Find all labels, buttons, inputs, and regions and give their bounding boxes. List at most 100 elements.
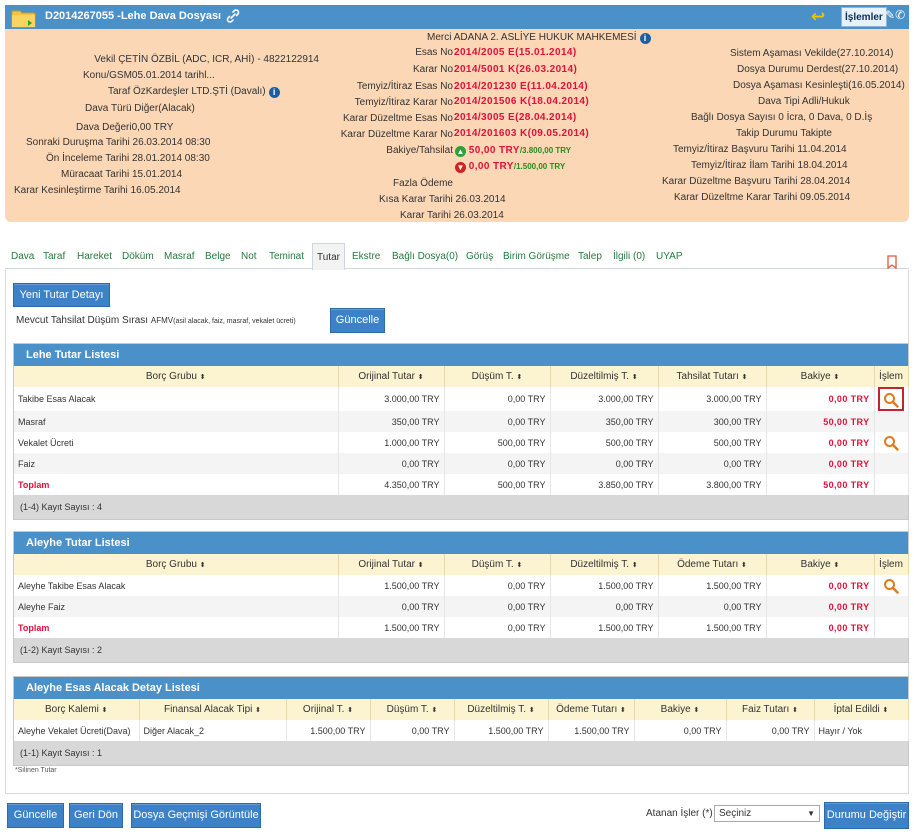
guncelle-siralama-button[interactable]: Güncelle [330, 308, 385, 333]
atanan-isler-select[interactable]: Seçiniz ▼ [714, 805, 820, 822]
info-kd-karar-tarihi: Karar Düzeltme Karar Tarihi 09.05.2014 [674, 192, 851, 203]
col-duzeltilmis[interactable]: Düzeltilmiş T. ⬍ [550, 554, 659, 575]
info-dosya-durumu: Dosya Durumu Derdest(27.10.2014) [737, 64, 899, 75]
bookmark-icon[interactable] [887, 255, 897, 269]
tahsilat-dusum-sirasi: Mevcut Tahsilat Düşüm Sırası AFMV(asil a… [16, 315, 296, 326]
guncelle-button[interactable]: Güncelle [7, 803, 64, 828]
tab-not[interactable]: Not [241, 251, 257, 262]
tab-talep[interactable]: Talep [578, 251, 602, 262]
col-odeme-tutari[interactable]: Ödeme Tutarı ⬍ [658, 554, 767, 575]
info-temyiz-esas-label: Temyiz/İtiraz Esas No [356, 81, 453, 92]
col-orijinal-tutar[interactable]: Orijinal Tutar ⬍ [338, 366, 445, 387]
lehe-tutar-table: Borç Grubu ⬍ Orijinal Tutar ⬍ Düşüm T. ⬍… [14, 366, 909, 495]
dosya-gecmisi-button[interactable]: Dosya Geçmişi Görüntüle [131, 803, 261, 828]
col-iptal-edildi[interactable]: İptal Edildi ⬍ [814, 699, 909, 720]
atanan-isler-label: Atanan İşler (*) [646, 808, 713, 819]
geri-don-button[interactable]: Geri Dön [69, 803, 123, 828]
link-icon[interactable] [226, 9, 240, 23]
tab-uyap[interactable]: UYAP [656, 251, 683, 262]
taraf-info-icon[interactable]: i [268, 87, 280, 98]
info-vekil: Vekil ÇETİN ÖZBİL (ADC, ICR, AHİ) - 4822… [94, 54, 319, 65]
aleyhe-detay-panel: Aleyhe Esas Alacak Detay Listesi Borç Ka… [13, 676, 909, 766]
info-dava-tipi: Dava Tipi Adli/Hukuk [758, 96, 850, 107]
tab-ekstre[interactable]: Ekstre [352, 251, 380, 262]
tab-dava[interactable]: Dava [11, 251, 34, 262]
info-kd-esas-value: 2014/3005 E(28.04.2014) [454, 112, 577, 123]
folder-icon [11, 10, 36, 28]
col-dusum[interactable]: Düşüm T. ⬍ [444, 366, 551, 387]
tab-masraf[interactable]: Masraf [164, 251, 195, 262]
merci-info-icon[interactable]: i [639, 33, 651, 44]
record-count: (1-4) Kayıt Sayısı : 4 [14, 495, 908, 519]
col-tahsilat-tutari[interactable]: Tahsilat Tutarı ⬍ [658, 366, 767, 387]
col-borc-grubu[interactable]: Borç Grubu ⬍ [14, 554, 339, 575]
col-borc-kalemi[interactable]: Borç Kalemi ⬍ [14, 699, 140, 720]
table-header-row: Borç Kalemi ⬍ Finansal Alacak Tipi ⬍ Ori… [14, 699, 909, 720]
tab-gorus[interactable]: Görüş [466, 251, 493, 262]
info-bakiye-tahsilat: ▲ 50,00 TRY/3.800,00 TRY [455, 145, 572, 157]
col-finansal-alacak-tipi[interactable]: Finansal Alacak Tipi ⬍ [139, 699, 287, 720]
info-bagli-dosya: Bağlı Dosya Sayısı 0 İcra, 0 Dava, 0 D.İ… [691, 112, 873, 123]
info-fazla-odeme: Fazla Ödeme [392, 178, 453, 189]
info-muracaat: Müracaat Tarihi 15.01.2014 [61, 169, 183, 180]
col-odeme-tutari[interactable]: Ödeme Tutarı ⬍ [548, 699, 635, 720]
info-karar-tarihi: Karar Tarihi 26.03.2014 [400, 210, 504, 221]
aleyhe-panel-title: Aleyhe Tutar Listesi [14, 532, 908, 554]
phone-icon[interactable]: ✆ [895, 8, 905, 22]
edit-icon[interactable]: ✎ [885, 8, 895, 22]
info-dava-degeri: Dava Değeri0,00 TRY [76, 122, 174, 133]
col-bakiye[interactable]: Bakiye ⬍ [634, 699, 727, 720]
col-borc-grubu[interactable]: Borç Grubu ⬍ [14, 366, 339, 387]
info-kd-esas-label: Karar Düzeltme Esas No [342, 113, 453, 124]
yeni-tutar-detayi-button[interactable]: Yeni Tutar Detayı [13, 283, 110, 307]
search-icon [884, 393, 899, 408]
info-kisa-karar: Kısa Karar Tarihi 26.03.2014 [379, 194, 506, 205]
info-kd-karar-label: Karar Düzeltme Karar No [340, 129, 453, 140]
aleyhe-tutar-panel: Aleyhe Tutar Listesi Borç Grubu ⬍ Orijin… [13, 531, 909, 663]
info-bakiye-odeme: ▼ 0,00 TRY/1.500,00 TRY [455, 161, 566, 173]
col-dusum[interactable]: Düşüm T. ⬍ [444, 554, 551, 575]
record-count: (1-2) Kayıt Sayısı : 2 [14, 638, 908, 662]
info-taraf: Taraf ÖzKardeşler LTD.ŞTİ (Davalı) i [108, 85, 280, 98]
tab-birim-gorusme[interactable]: Birim Görüşme [503, 251, 570, 262]
col-orijinal[interactable]: Orijinal T. ⬍ [286, 699, 371, 720]
info-temyiz-karar-value: 2014/201506 K(18.04.2014) [454, 96, 590, 107]
table-row: Takibe Esas Alacak 3.000,00 TRY 0,00 TRY 3.… [14, 387, 909, 411]
col-islem: İşlem [874, 554, 909, 575]
info-temyiz-ilam: Temyiz/İtiraz İlam Tarihi 18.04.2014 [691, 160, 848, 171]
detail-button[interactable] [878, 387, 904, 411]
info-temyiz-esas-value: 2014/201230 E(11.04.2014) [454, 81, 588, 92]
table-row: Aleyhe Vekalet Ücreti(Dava) Diğer Alacak_… [14, 720, 909, 741]
col-duzeltilmis[interactable]: Düzeltilmiş T. ⬍ [454, 699, 549, 720]
silinen-tutar-note: *Silinen Tutar [15, 767, 57, 774]
col-bakiye[interactable]: Bakiye ⬍ [766, 554, 875, 575]
search-icon[interactable] [883, 435, 899, 451]
col-duzeltilmis[interactable]: Düzeltilmiş T. ⬍ [550, 366, 659, 387]
table-header-row: Borç Grubu ⬍ Orijinal Tutar ⬍ Düşüm T. ⬍… [14, 366, 909, 387]
durumu-degistir-button[interactable]: Durumu Değiştir [824, 802, 909, 829]
tab-teminat[interactable]: Teminat [269, 251, 304, 262]
col-orijinal-tutar[interactable]: Orijinal Tutar ⬍ [338, 554, 445, 575]
islemler-button[interactable]: İşlemler [841, 7, 887, 27]
col-islem: İşlem [874, 366, 909, 387]
info-karar-label: Karar No [412, 64, 453, 75]
tab-belge[interactable]: Belge [205, 251, 231, 262]
title-bar: D2014267055 -Lehe Dava Dosyası ↩ İşlemle… [5, 5, 909, 29]
table-row: Masraf 350,00 TRY 0,00 TRY 350,00 TRY 300,00… [14, 411, 909, 432]
col-faiz-tutari[interactable]: Faiz Tutarı ⬍ [726, 699, 815, 720]
col-bakiye[interactable]: Bakiye ⬍ [766, 366, 875, 387]
search-icon[interactable] [883, 578, 899, 594]
tab-taraf[interactable]: Taraf [43, 251, 65, 262]
back-arrow-icon[interactable]: ↩ [811, 7, 825, 27]
tab-hareket[interactable]: Hareket [77, 251, 112, 262]
info-konu: Konu/GSM05.01.2014 tarihl... [83, 70, 215, 81]
tab-ilgili[interactable]: İlgili (0) [613, 251, 645, 262]
info-bakiye-label: Bakiye/Tahsilat [386, 145, 453, 156]
tab-dokum[interactable]: Döküm [122, 251, 154, 262]
tab-bagli-dosya[interactable]: Bağlı Dosya(0) [392, 251, 458, 262]
info-takip-durumu: Takip Durumu Takipte [736, 128, 832, 139]
col-dusum[interactable]: Düşüm T. ⬍ [370, 699, 455, 720]
info-sonraki-durusma: Sonraki Duruşma Tarihi 26.03.2014 08:30 [26, 137, 211, 148]
tab-tutar[interactable]: Tutar [312, 243, 345, 270]
info-esas-value: 2014/2005 E(15.01.2014) [454, 47, 577, 58]
